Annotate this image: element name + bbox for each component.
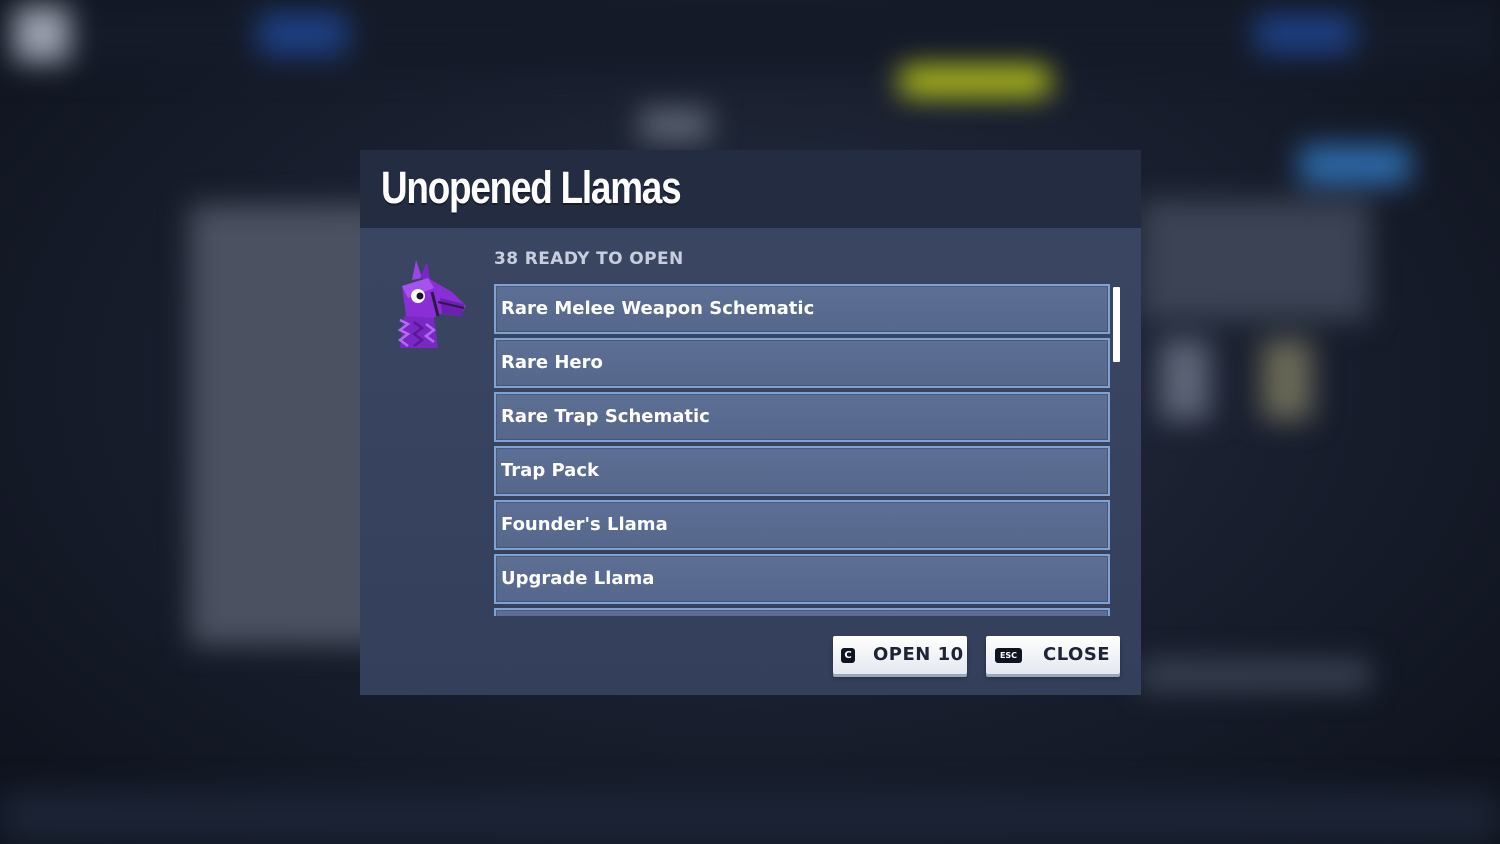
close-button-label: CLOSE bbox=[1043, 644, 1111, 665]
background-figure bbox=[1262, 340, 1312, 420]
llama-list-item[interactable]: Rare Trap Schematic bbox=[494, 392, 1110, 442]
background-tab bbox=[258, 12, 348, 56]
llama-list-item-label: Rare Trap Schematic bbox=[501, 406, 710, 427]
background-button bbox=[1255, 14, 1355, 54]
llama-list-item[interactable]: Founder's Llama bbox=[494, 500, 1110, 550]
llama-list-item[interactable]: Trap Pack bbox=[494, 446, 1110, 496]
llama-list-item-label: Founder's Llama bbox=[501, 514, 668, 535]
background-logo bbox=[14, 6, 70, 62]
llama-list-item[interactable]: Rare Hero bbox=[494, 338, 1110, 388]
llama-list-item-label: Rare Melee Weapon Schematic bbox=[501, 298, 815, 319]
dialog-title: Unopened Llamas bbox=[381, 162, 682, 213]
llama-list-item[interactable]: Rare Melee Weapon Schematic bbox=[494, 284, 1110, 334]
background-highlight-tab bbox=[900, 66, 1050, 96]
background-card bbox=[1140, 200, 1370, 320]
llama-list-item[interactable] bbox=[494, 608, 1110, 616]
background-bottom-bar bbox=[0, 790, 1500, 844]
llama-pinata-icon bbox=[394, 258, 466, 350]
keybind-c-icon: C bbox=[841, 648, 855, 663]
close-button[interactable]: ESC CLOSE bbox=[986, 636, 1120, 674]
background-top-bar bbox=[0, 0, 1500, 70]
ready-to-open-count: 38 READY TO OPEN bbox=[494, 249, 684, 269]
llama-list-item-label: Trap Pack bbox=[501, 460, 599, 481]
open-llamas-button[interactable]: C OPEN 10 bbox=[833, 636, 967, 674]
llama-list[interactable]: Rare Melee Weapon Schematic Rare Hero Ra… bbox=[494, 284, 1111, 616]
dialog-header: Unopened Llamas bbox=[360, 150, 1141, 228]
list-scrollbar-thumb[interactable] bbox=[1113, 287, 1120, 362]
llama-list-item[interactable]: Upgrade Llama bbox=[494, 554, 1110, 604]
background-strip bbox=[1140, 660, 1370, 690]
background-figure bbox=[1160, 340, 1210, 420]
unopened-llamas-dialog: Unopened Llamas 38 READY TO OPEN Rare Me… bbox=[360, 150, 1141, 695]
keybind-esc-icon: ESC bbox=[995, 648, 1022, 663]
llama-list-item-label: Upgrade Llama bbox=[501, 568, 655, 589]
background-subtab bbox=[640, 108, 710, 142]
open-button-label: OPEN 10 bbox=[873, 644, 964, 665]
llama-list-item-label: Rare Hero bbox=[501, 352, 603, 373]
background-button bbox=[1300, 145, 1410, 185]
